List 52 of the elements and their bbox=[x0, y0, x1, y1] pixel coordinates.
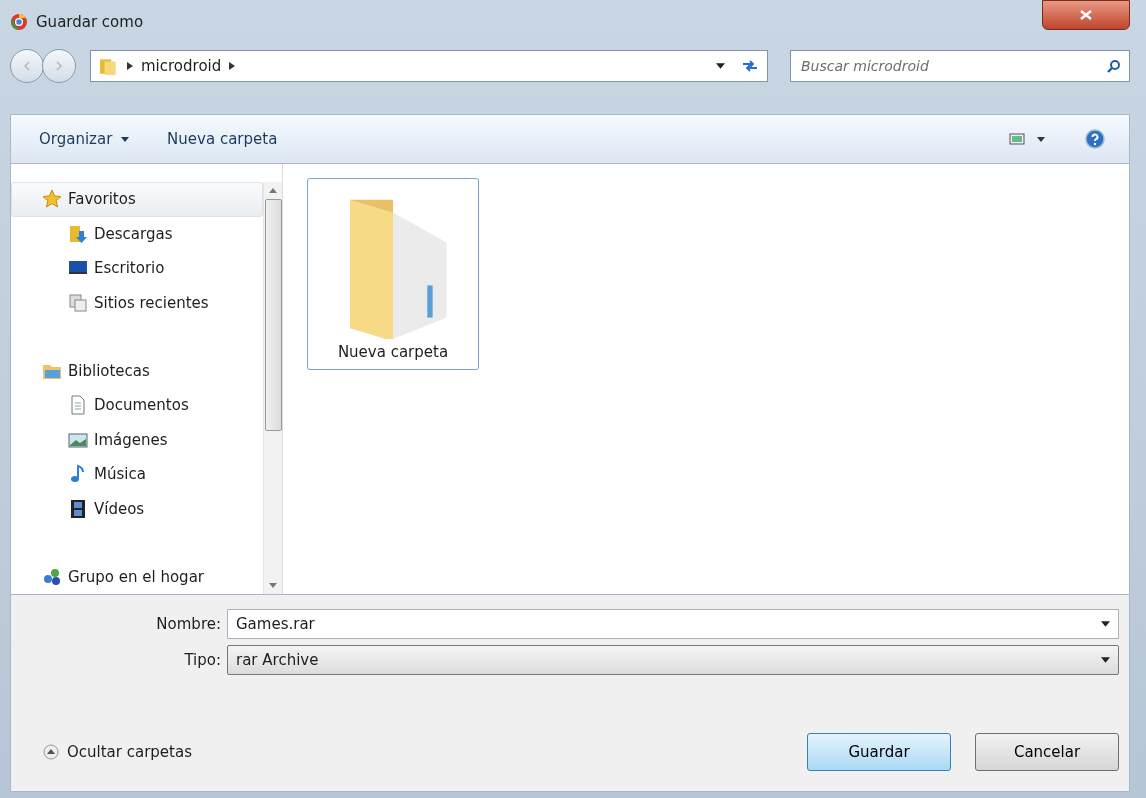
address-bar[interactable]: microdroid bbox=[90, 50, 768, 82]
sidebar-item[interactable]: Vídeos bbox=[11, 491, 263, 526]
field-label: Nombre: bbox=[155, 615, 221, 633]
dropdown-arrow-icon bbox=[1101, 657, 1110, 663]
close-icon bbox=[1080, 10, 1092, 20]
filename-field[interactable]: Games.rar bbox=[227, 609, 1119, 639]
document-icon bbox=[68, 395, 88, 416]
new-folder-button[interactable]: Nueva carpeta bbox=[163, 126, 282, 152]
file-type-dropdown[interactable]: rar Archive bbox=[227, 645, 1119, 675]
breadcrumb-arrow-icon bbox=[127, 62, 133, 70]
film-icon bbox=[68, 498, 88, 519]
cancel-button[interactable]: Cancelar bbox=[975, 733, 1119, 771]
search-field[interactable]: Buscar microdroid bbox=[790, 50, 1130, 82]
star-icon bbox=[42, 189, 62, 210]
refresh-icon[interactable] bbox=[741, 59, 759, 73]
scrollbar[interactable] bbox=[263, 182, 282, 594]
dropdown-arrow-icon bbox=[1101, 621, 1110, 627]
sidebar-item[interactable]: Documentos bbox=[11, 388, 263, 423]
hide-folders-button[interactable]: Ocultar carpetas bbox=[37, 742, 198, 762]
sidebar-item[interactable]: Música bbox=[11, 457, 263, 492]
caret-icon bbox=[121, 137, 130, 142]
view-icon[interactable] bbox=[1009, 133, 1025, 145]
breadcrumb-item[interactable]: microdroid bbox=[141, 57, 222, 75]
recent-places-icon bbox=[68, 292, 88, 313]
dropdown-arrow-icon[interactable] bbox=[1037, 136, 1045, 142]
dropdown-arrow-icon[interactable] bbox=[716, 63, 725, 69]
forward-button[interactable] bbox=[42, 49, 76, 83]
download-icon bbox=[68, 223, 88, 244]
browser-icon bbox=[10, 13, 28, 31]
sidebar-item[interactable]: Descargas bbox=[11, 216, 263, 251]
sidebar-group[interactable]: Bibliotecas bbox=[11, 353, 263, 388]
search-icon bbox=[1107, 59, 1121, 73]
organize-menu[interactable]: Organizar bbox=[35, 126, 134, 152]
sidebar-item[interactable]: Sitios recientes bbox=[11, 285, 263, 320]
sidebar-group[interactable]: Grupo en el hogar bbox=[11, 559, 263, 594]
sidebar-item[interactable]: Escritorio bbox=[11, 251, 263, 286]
collapse-icon bbox=[43, 744, 59, 760]
folder-tile[interactable]: Nueva carpeta bbox=[307, 178, 479, 370]
window-title: Guardar como bbox=[36, 13, 144, 31]
field-label: Tipo: bbox=[183, 651, 221, 669]
sidebar-group[interactable]: Favoritos bbox=[11, 182, 263, 217]
help-icon[interactable] bbox=[1085, 129, 1105, 149]
back-button[interactable] bbox=[10, 49, 44, 83]
breadcrumb-arrow-icon bbox=[229, 62, 236, 70]
sidebar-item[interactable]: Imágenes bbox=[11, 422, 263, 457]
homegroup-icon bbox=[42, 566, 62, 587]
scroll-down-icon[interactable] bbox=[269, 583, 277, 588]
close-button[interactable] bbox=[1042, 0, 1130, 30]
save-button[interactable]: Guardar bbox=[807, 733, 951, 771]
scroll-up-icon[interactable] bbox=[269, 188, 277, 193]
search-input[interactable]: Buscar microdroid bbox=[799, 52, 1107, 80]
folder-icon bbox=[99, 56, 119, 76]
